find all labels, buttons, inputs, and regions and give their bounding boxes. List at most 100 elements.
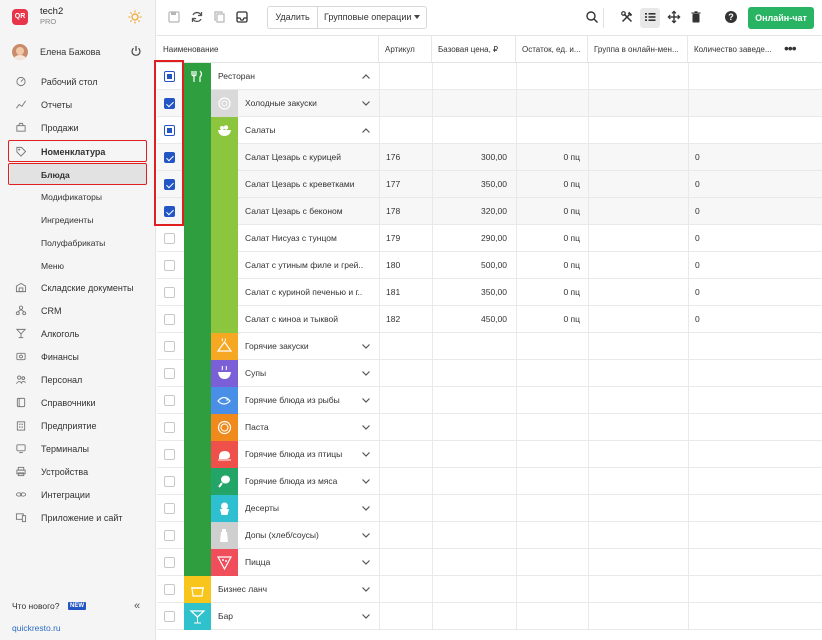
chevron-down-icon[interactable] — [362, 425, 370, 430]
tools-icon[interactable] — [620, 10, 634, 24]
row-checkbox[interactable] — [164, 449, 175, 460]
whats-new-link[interactable]: Что нового? — [12, 601, 60, 611]
column-header-venue-count[interactable]: Количество заведе... — [688, 36, 822, 63]
row-checkbox[interactable] — [164, 395, 175, 406]
table-row[interactable]: Горячие блюда из мяса — [157, 468, 822, 495]
chevron-down-icon[interactable] — [362, 533, 370, 538]
chevron-down-icon[interactable] — [362, 614, 370, 619]
table-row[interactable]: Пицца — [157, 549, 822, 576]
row-checkbox[interactable] — [164, 260, 175, 271]
row-checkbox[interactable] — [164, 557, 175, 568]
copy-icon[interactable] — [213, 10, 227, 24]
save-icon[interactable] — [167, 10, 181, 24]
table-row[interactable]: Десерты — [157, 495, 822, 522]
table-row[interactable]: Салат Цезарь с креветками 177 350,00 0 пц 0 — [157, 171, 822, 198]
chevron-down-icon[interactable] — [362, 344, 370, 349]
column-header-article[interactable]: Артикул — [379, 36, 432, 63]
move-icon[interactable] — [667, 10, 681, 24]
row-checkbox[interactable] — [164, 341, 175, 352]
row-price: 350,00 — [481, 179, 507, 189]
sidebar-item-5[interactable]: Модификаторы — [0, 186, 156, 207]
table-row[interactable]: Салат Цезарь с беконом 178 320,00 0 пц 0 — [157, 198, 822, 225]
sidebar-item-13[interactable]: Персонал — [0, 369, 156, 390]
table-row[interactable]: Супы — [157, 360, 822, 387]
delete-button[interactable]: Удалить — [268, 7, 318, 28]
row-checkbox[interactable] — [164, 368, 175, 379]
sidebar-item-10[interactable]: CRM — [0, 300, 156, 321]
chevron-down-icon[interactable] — [362, 560, 370, 565]
sidebar-item-12[interactable]: Финансы — [0, 346, 156, 367]
column-header-price[interactable]: Базовая цена, ₽ — [432, 36, 516, 63]
chevron-up-icon[interactable] — [362, 74, 370, 79]
search-icon[interactable] — [585, 10, 599, 24]
online-chat-button[interactable]: Онлайн-чат — [748, 7, 814, 29]
refresh-icon[interactable] — [190, 10, 204, 24]
chevron-down-icon[interactable] — [362, 398, 370, 403]
sidebar-item-14[interactable]: Справочники — [0, 392, 156, 413]
chevron-down-icon[interactable] — [362, 506, 370, 511]
table-row[interactable]: Салат Нисуаз с тунцом 179 290,00 0 пц 0 — [157, 225, 822, 252]
table-row[interactable]: Горячие закуски — [157, 333, 822, 360]
column-header-name[interactable]: Наименование — [157, 36, 379, 63]
column-options-icon[interactable]: ••• — [784, 36, 797, 60]
sidebar-item-label: Терминалы — [41, 444, 89, 454]
sidebar-item-18[interactable]: Интеграции — [0, 484, 156, 505]
sidebar-item-0[interactable]: Рабочий стол — [0, 71, 156, 92]
column-header-online-group[interactable]: Группа в онлайн-мен... — [588, 36, 688, 63]
app-header[interactable]: QR tech2 PRO — [12, 6, 144, 28]
sidebar-item-4[interactable]: Блюда — [0, 164, 156, 185]
row-checkbox[interactable] — [164, 584, 175, 595]
row-checkbox[interactable] — [164, 422, 175, 433]
chevron-up-icon[interactable] — [362, 128, 370, 133]
column-header-stock[interactable]: Остаток, ед. и... — [516, 36, 588, 63]
row-checkbox[interactable] — [164, 503, 175, 514]
sidebar-item-3[interactable]: Номенклатура — [0, 141, 156, 162]
sidebar-item-9[interactable]: Складские документы — [0, 277, 156, 298]
table-row[interactable]: Бизнес ланч — [157, 576, 822, 603]
sidebar-item-1[interactable]: Отчеты — [0, 94, 156, 115]
row-checkbox[interactable] — [164, 287, 175, 298]
bar-icon — [184, 603, 211, 630]
chevron-down-icon[interactable] — [362, 452, 370, 457]
row-checkbox[interactable] — [164, 233, 175, 244]
sidebar-item-17[interactable]: Устройства — [0, 461, 156, 482]
table-row[interactable]: Салат с куриной печенью и г... 181 350,00 0… — [157, 279, 822, 306]
table-row[interactable]: Горячие блюда из рыбы — [157, 387, 822, 414]
list-view-icon[interactable] — [643, 10, 657, 24]
row-checkbox[interactable] — [164, 530, 175, 541]
sidebar-item-19[interactable]: Приложение и сайт — [0, 507, 156, 528]
table-row[interactable]: Салат Цезарь с курицей 176 300,00 0 пц 0 — [157, 144, 822, 171]
site-link[interactable]: quickresto.ru — [12, 623, 61, 633]
table-row[interactable]: Салаты — [157, 117, 822, 144]
table-row[interactable]: Бар — [157, 603, 822, 630]
help-icon[interactable]: ? — [724, 10, 738, 24]
sidebar-item-11[interactable]: Алкоголь — [0, 323, 156, 344]
sidebar-item-8[interactable]: Меню — [0, 255, 156, 276]
chevron-down-icon[interactable] — [362, 587, 370, 592]
table-row[interactable]: Салат с утиным филе и грей... 180 500,00 0 … — [157, 252, 822, 279]
table-row[interactable]: Холодные закуски — [157, 90, 822, 117]
sidebar-item-2[interactable]: Продажи — [0, 117, 156, 138]
power-icon[interactable] — [130, 45, 142, 57]
table-row[interactable]: Допы (хлеб/соусы) — [157, 522, 822, 549]
chevron-down-icon[interactable] — [362, 479, 370, 484]
sidebar-item-7[interactable]: Полуфабрикаты — [0, 232, 156, 253]
trash-icon[interactable] — [689, 10, 703, 24]
chevron-down-icon[interactable] — [362, 371, 370, 376]
theme-sun-icon[interactable] — [128, 10, 142, 24]
row-checkbox[interactable] — [164, 314, 175, 325]
sidebar-item-6[interactable]: Ингредиенты — [0, 209, 156, 230]
table-row[interactable]: Паста — [157, 414, 822, 441]
row-checkbox[interactable] — [164, 611, 175, 622]
sidebar-item-15[interactable]: Предприятие — [0, 415, 156, 436]
sidebar-item-16[interactable]: Терминалы — [0, 438, 156, 459]
group-operations-dropdown[interactable]: Групповые операции — [318, 7, 426, 28]
table-row[interactable]: Салат с киноа и тыквой 182 450,00 0 пц 0 — [157, 306, 822, 333]
chevron-down-icon[interactable] — [362, 101, 370, 106]
table-row[interactable]: Горячие блюда из птицы — [157, 441, 822, 468]
user-profile[interactable]: Елена Бажова — [12, 42, 144, 62]
collapse-sidebar-icon[interactable]: « — [134, 600, 140, 612]
row-checkbox[interactable] — [164, 476, 175, 487]
table-row[interactable]: Ресторан — [157, 63, 822, 90]
inbox-icon[interactable] — [235, 10, 249, 24]
